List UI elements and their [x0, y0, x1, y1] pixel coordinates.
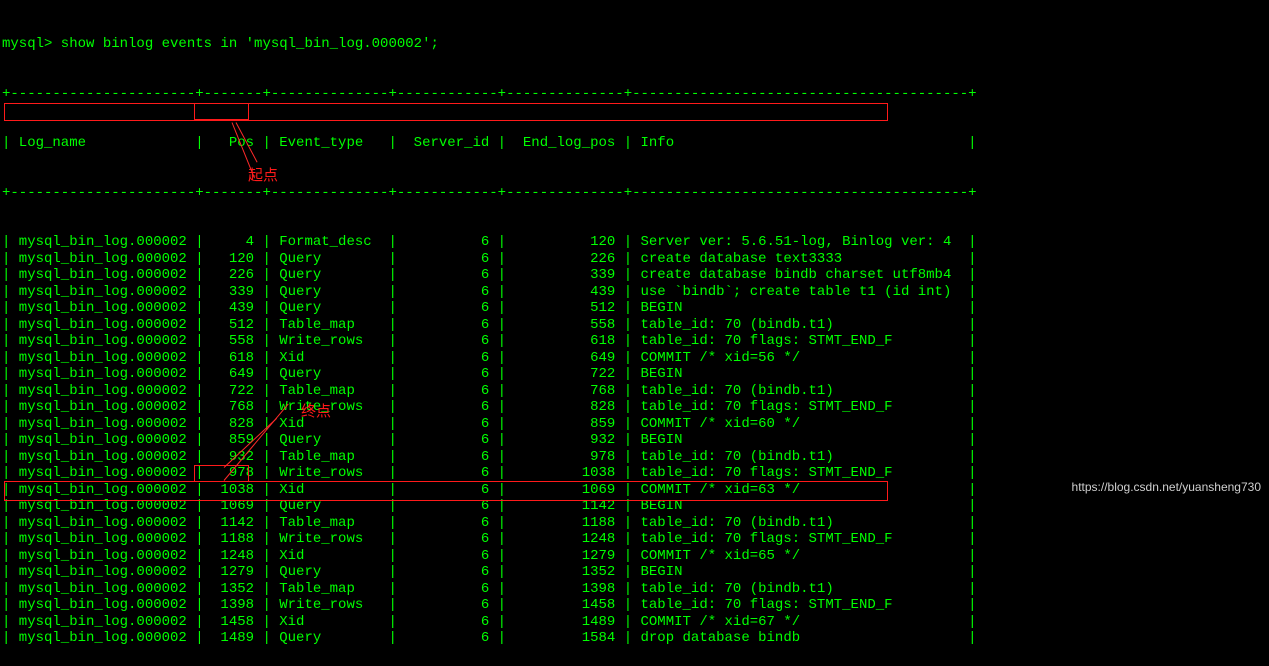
table-row: | mysql_bin_log.000002 | 1188 | Write_ro…: [2, 531, 1267, 548]
table-row: | mysql_bin_log.000002 | 439 | Query | 6…: [2, 300, 1267, 317]
table-header-row: | Log_name | Pos | Event_type | Server_i…: [2, 135, 1267, 152]
terminal-output: mysql> show binlog events in 'mysql_bin_…: [0, 0, 1269, 666]
table-row: | mysql_bin_log.000002 | 618 | Xid | 6 |…: [2, 350, 1267, 367]
table-row: | mysql_bin_log.000002 | 339 | Query | 6…: [2, 284, 1267, 301]
table-row: | mysql_bin_log.000002 | 120 | Query | 6…: [2, 251, 1267, 268]
table-row: | mysql_bin_log.000002 | 1352 | Table_ma…: [2, 581, 1267, 598]
table-row: | mysql_bin_log.000002 | 722 | Table_map…: [2, 383, 1267, 400]
table-row: | mysql_bin_log.000002 | 828 | Xid | 6 |…: [2, 416, 1267, 433]
table-border-top: +----------------------+-------+--------…: [2, 86, 1267, 103]
table-row: | mysql_bin_log.000002 | 1458 | Xid | 6 …: [2, 614, 1267, 631]
table-row: | mysql_bin_log.000002 | 768 | Write_row…: [2, 399, 1267, 416]
table-border-mid: +----------------------+-------+--------…: [2, 185, 1267, 202]
table-row: | mysql_bin_log.000002 | 1142 | Table_ma…: [2, 515, 1267, 532]
table-row: | mysql_bin_log.000002 | 226 | Query | 6…: [2, 267, 1267, 284]
table-row: | mysql_bin_log.000002 | 649 | Query | 6…: [2, 366, 1267, 383]
table-row: | mysql_bin_log.000002 | 1248 | Xid | 6 …: [2, 548, 1267, 565]
watermark-text: https://blog.csdn.net/yuansheng730: [1072, 479, 1261, 496]
table-row: | mysql_bin_log.000002 | 512 | Table_map…: [2, 317, 1267, 334]
table-row: | mysql_bin_log.000002 | 1279 | Query | …: [2, 564, 1267, 581]
table-row: | mysql_bin_log.000002 | 1398 | Write_ro…: [2, 597, 1267, 614]
table-row: | mysql_bin_log.000002 | 859 | Query | 6…: [2, 432, 1267, 449]
table-row: | mysql_bin_log.000002 | 932 | Table_map…: [2, 449, 1267, 466]
table-row: | mysql_bin_log.000002 | 558 | Write_row…: [2, 333, 1267, 350]
table-body: | mysql_bin_log.000002 | 4 | Format_desc…: [2, 234, 1267, 647]
table-row: | mysql_bin_log.000002 | 1069 | Query | …: [2, 498, 1267, 515]
table-row: | mysql_bin_log.000002 | 1489 | Query | …: [2, 630, 1267, 647]
table-row: | mysql_bin_log.000002 | 4 | Format_desc…: [2, 234, 1267, 251]
prompt-line[interactable]: mysql> show binlog events in 'mysql_bin_…: [2, 36, 1267, 53]
